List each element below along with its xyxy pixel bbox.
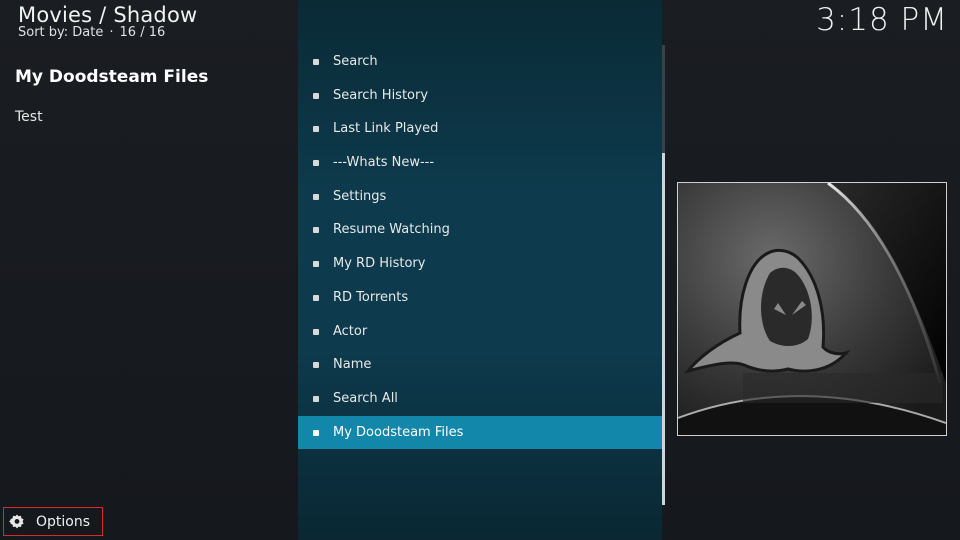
sort-status: Sort by: Date · 16 / 16 [18,25,165,40]
bullet-icon [313,193,319,200]
menu-item-label: My Doodsteam Files [333,424,464,440]
menu-item-actor[interactable]: Actor [298,315,662,349]
menu-item-settings[interactable]: Settings [298,180,662,214]
page-title: Movies / Shadow [18,3,198,27]
menu-item-search-all[interactable]: Search All [298,382,662,416]
clock: 3:18 PM [816,2,948,38]
menu-item-name[interactable]: Name [298,348,662,382]
bullet-icon [313,362,319,369]
menu-item-label: Resume Watching [333,222,450,238]
item-position: 16 / 16 [119,25,166,40]
menu-item-search-history[interactable]: Search History [298,79,662,113]
menu-item-label: Search [333,54,378,69]
bullet-icon [313,59,319,65]
menu-item-label: RD Torrents [333,289,409,305]
menu-panel: Search Search History Last Link Played -… [298,0,662,540]
info-plot: Test [15,109,43,125]
menu-item-label: Settings [333,188,387,204]
bullet-icon [313,126,319,133]
scrollbar[interactable] [662,45,665,505]
menu-item-label: Actor [333,323,368,339]
menu-item-my-doodsteam-files[interactable]: My Doodsteam Files [298,415,662,450]
gear-icon [9,514,24,529]
menu-item-resume-watching[interactable]: Resume Watching [298,213,662,247]
menu-item-label: Name [333,357,372,373]
bullet-icon [313,429,319,436]
bullet-icon [313,261,319,268]
info-title: My Doodsteam Files [15,67,209,87]
menu-item-rd-torrents[interactable]: RD Torrents [298,281,662,315]
menu-item-label: My RD History [333,256,426,272]
bullet-icon [313,160,319,167]
scrollbar-thumb[interactable] [662,153,665,505]
options-label: Options [36,514,91,530]
menu-item-label: Search History [333,87,429,103]
shadow-logo-icon [678,183,946,435]
menu-list: Search Search History Last Link Played -… [298,45,662,450]
thumbnail-image [677,182,947,436]
separator: · [109,25,114,40]
bullet-icon [313,92,319,99]
kodi-window: Movies / Shadow Sort by: Date · 16 / 16 3:… [0,0,960,540]
menu-item-label: Last Link Played [333,121,439,137]
bullet-icon [313,328,319,335]
menu-item-last-link-played[interactable]: Last Link Played [298,112,662,146]
menu-item-label: ---Whats New--- [333,155,435,171]
options-button[interactable]: Options [3,507,103,536]
bullet-icon [313,227,319,234]
menu-item-search[interactable]: Search [298,45,662,79]
bullet-icon [313,294,319,301]
menu-item-label: Search All [333,390,398,406]
menu-item-whats-new[interactable]: ---Whats New--- [298,146,662,180]
sort-label[interactable]: Sort by: Date [18,25,103,40]
menu-item-my-rd-history[interactable]: My RD History [298,247,662,281]
bullet-icon [313,395,319,402]
